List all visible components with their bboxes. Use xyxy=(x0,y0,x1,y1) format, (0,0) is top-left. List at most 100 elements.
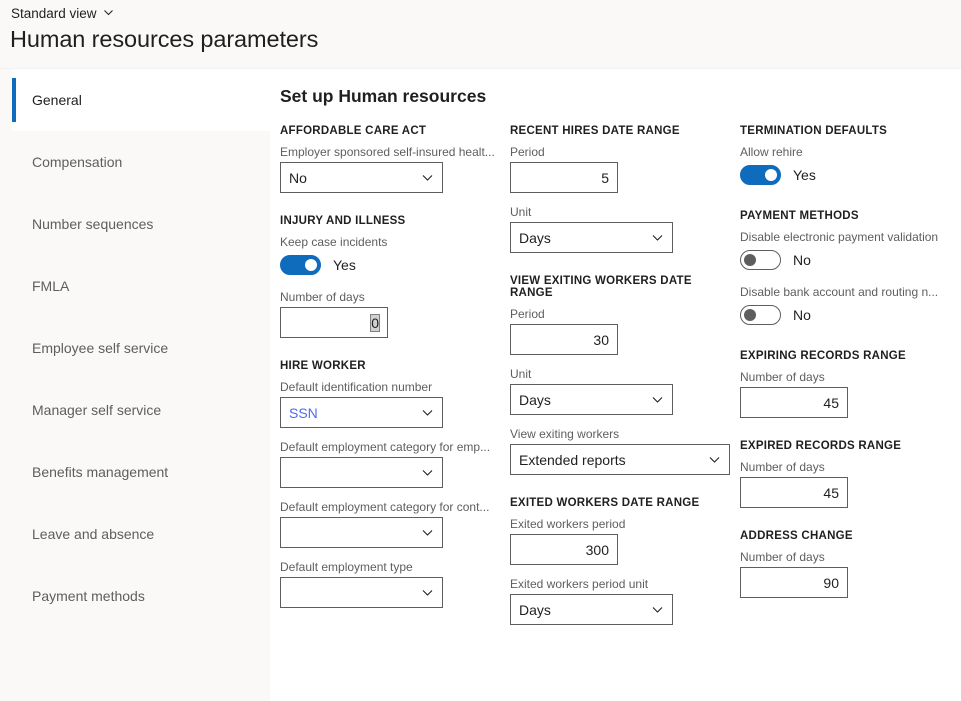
allow-rehire-toggle[interactable] xyxy=(740,165,781,185)
field-label: Default identification number xyxy=(280,380,495,394)
field-label: Exited workers period xyxy=(510,517,725,531)
disable-electronic-payment-validation-toggle[interactable] xyxy=(740,250,781,270)
group-header-termination-defaults: TERMINATION DEFAULTS xyxy=(740,125,961,137)
group-header-recent-hires-date-range: RECENT HIRES DATE RANGE xyxy=(510,125,730,137)
employer-sponsored-select[interactable]: No xyxy=(280,162,443,193)
default-employment-type-select[interactable] xyxy=(280,577,443,608)
toggle-knob xyxy=(744,309,756,321)
field-view-exiting-workers-period: Period 30 xyxy=(510,307,730,355)
field-label: Number of days xyxy=(740,460,955,474)
sidebar-item-label: Number sequences xyxy=(32,216,153,232)
selected-value: Days xyxy=(519,602,647,618)
group-header-view-exiting-workers-date-range: VIEW EXITING WORKERS DATE RANGE xyxy=(510,275,730,299)
sidebar-item-label: Manager self service xyxy=(32,402,161,418)
group-header-expiring-records-range: EXPIRING RECORDS RANGE xyxy=(740,350,961,362)
field-label: Period xyxy=(510,145,725,159)
field-label: View exiting workers xyxy=(510,427,725,441)
page-title: Human resources parameters xyxy=(10,26,318,53)
keep-case-incidents-toggle[interactable] xyxy=(280,255,321,275)
expiring-records-number-of-days-input[interactable]: 45 xyxy=(740,387,848,418)
column-affordable-care-act: AFFORDABLE CARE ACT Employer sponsored s… xyxy=(270,125,500,637)
field-disable-electronic-payment-validation: Disable electronic payment validation No xyxy=(740,230,961,273)
toggle-value: Yes xyxy=(333,257,356,273)
sidebar-item-manager-self-service[interactable]: Manager self service xyxy=(0,379,270,441)
group-header-address-change: ADDRESS CHANGE xyxy=(740,530,961,542)
toggle-knob xyxy=(765,169,777,181)
exited-workers-period-unit-select[interactable]: Days xyxy=(510,594,673,625)
disable-bank-account-toggle[interactable] xyxy=(740,305,781,325)
view-selector[interactable]: Standard view xyxy=(11,6,114,21)
sidebar-item-label: General xyxy=(32,92,82,108)
chevron-down-icon xyxy=(421,526,434,539)
selected-value: Days xyxy=(519,392,647,408)
sidebar-item-label: Benefits management xyxy=(32,464,168,480)
sidebar-item-benefits-management[interactable]: Benefits management xyxy=(0,441,270,503)
field-label: Exited workers period unit xyxy=(510,577,725,591)
recent-hires-unit-select[interactable]: Days xyxy=(510,222,673,253)
injury-number-of-days-input[interactable]: 0 xyxy=(280,307,388,338)
view-exiting-workers-unit-select[interactable]: Days xyxy=(510,384,673,415)
field-label: Period xyxy=(510,307,725,321)
group-header-hire-worker: HIRE WORKER xyxy=(280,360,500,372)
group-header-payment-methods: PAYMENT METHODS xyxy=(740,210,961,222)
field-label: Number of days xyxy=(280,290,495,304)
input-value: 300 xyxy=(586,542,609,558)
view-exiting-workers-select[interactable]: Extended reports xyxy=(510,444,730,475)
sidebar-item-general[interactable]: General xyxy=(12,69,270,131)
default-identification-number-select[interactable]: SSN xyxy=(280,397,443,428)
sidebar-item-number-sequences[interactable]: Number sequences xyxy=(0,193,270,255)
field-view-exiting-workers: View exiting workers Extended reports xyxy=(510,427,730,475)
selected-value: Extended reports xyxy=(519,452,704,468)
recent-hires-period-input[interactable]: 5 xyxy=(510,162,618,193)
toggle-value: Yes xyxy=(793,167,816,183)
chevron-down-icon xyxy=(651,603,664,616)
toggle-knob xyxy=(744,254,756,266)
field-label: Unit xyxy=(510,205,725,219)
field-keep-case-incidents: Keep case incidents Yes xyxy=(280,235,500,278)
sidebar-item-employee-self-service[interactable]: Employee self service xyxy=(0,317,270,379)
sidebar-item-leave-and-absence[interactable]: Leave and absence xyxy=(0,503,270,565)
field-view-exiting-workers-unit: Unit Days xyxy=(510,367,730,415)
selected-value: SSN xyxy=(289,405,417,421)
field-label: Employer sponsored self-insured healt... xyxy=(280,145,495,159)
address-change-number-of-days-input[interactable]: 90 xyxy=(740,567,848,598)
field-label: Unit xyxy=(510,367,725,381)
field-label: Default employment type xyxy=(280,560,495,574)
field-label: Keep case incidents xyxy=(280,235,495,249)
field-default-identification-number: Default identification number SSN xyxy=(280,380,500,428)
group-header-expired-records-range: EXPIRED RECORDS RANGE xyxy=(740,440,961,452)
allow-rehire-toggle-row: Yes xyxy=(740,162,961,188)
exited-workers-period-input[interactable]: 300 xyxy=(510,534,618,565)
toggle-knob xyxy=(305,259,317,271)
sidebar-item-compensation[interactable]: Compensation xyxy=(0,131,270,193)
input-value: 90 xyxy=(823,575,839,591)
expired-records-number-of-days-input[interactable]: 45 xyxy=(740,477,848,508)
input-value: 45 xyxy=(823,485,839,501)
sidebar-item-label: Compensation xyxy=(32,154,122,170)
page-header: Standard view Human resources parameters xyxy=(0,0,961,69)
field-recent-hires-period: Period 5 xyxy=(510,145,730,193)
default-employment-category-contractor-select[interactable] xyxy=(280,517,443,548)
sidebar-item-payment-methods[interactable]: Payment methods xyxy=(0,565,270,627)
toggle-value: No xyxy=(793,307,811,323)
group-header-exited-workers-date-range: EXITED WORKERS DATE RANGE xyxy=(510,497,730,509)
field-label: Number of days xyxy=(740,370,955,384)
sidebar-nav-list: Compensation Number sequences FMLA Emplo… xyxy=(0,131,270,627)
input-value: 5 xyxy=(601,170,609,186)
sidebar-item-label: Leave and absence xyxy=(32,526,154,542)
default-employment-category-employee-select[interactable] xyxy=(280,457,443,488)
sidebar-item-fmla[interactable]: FMLA xyxy=(0,255,270,317)
disable-bank-account-toggle-row: No xyxy=(740,302,961,328)
field-default-employment-category-contractor: Default employment category for cont... xyxy=(280,500,500,548)
field-default-employment-category-employee: Default employment category for emp... xyxy=(280,440,500,488)
chevron-down-icon xyxy=(421,466,434,479)
column-date-ranges: RECENT HIRES DATE RANGE Period 5 Unit Da… xyxy=(500,125,730,637)
input-value: 30 xyxy=(593,332,609,348)
toggle-value: No xyxy=(793,252,811,268)
sidebar-item-label: Payment methods xyxy=(32,588,145,604)
selected-accent-bar xyxy=(12,78,16,122)
field-default-employment-type: Default employment type xyxy=(280,560,500,608)
view-exiting-workers-period-input[interactable]: 30 xyxy=(510,324,618,355)
sidebar-item-label: Employee self service xyxy=(32,340,168,356)
field-recent-hires-unit: Unit Days xyxy=(510,205,730,253)
